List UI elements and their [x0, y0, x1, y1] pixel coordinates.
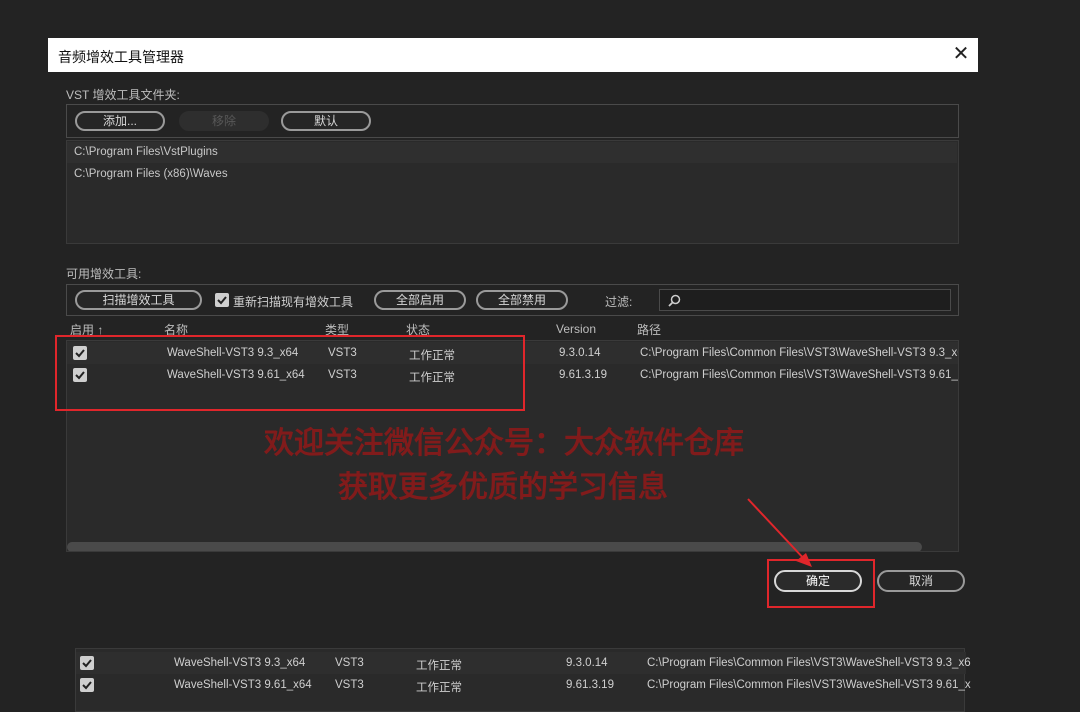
scan-plugins-button[interactable]: 扫描增效工具 — [75, 290, 202, 310]
annotation-box-rows — [55, 335, 525, 411]
close-icon[interactable]: ✕ — [948, 41, 974, 67]
plugin-type: VST3 — [335, 657, 364, 669]
plugin-status: 工作正常 — [416, 682, 462, 694]
plugin-name: WaveShell-VST3 9.3_x64 — [174, 657, 306, 669]
enable-all-button[interactable]: 全部启用 — [374, 290, 466, 310]
filter-input[interactable] — [659, 289, 951, 311]
filter-label: 过滤: — [605, 295, 633, 309]
vst-folders-label: VST 增效工具文件夹: — [66, 88, 180, 102]
plugin-name: WaveShell-VST3 9.61_x64 — [174, 679, 312, 691]
watermark-line-2: 获取更多优质的学习信息 — [338, 471, 668, 504]
checkmark-icon — [217, 296, 227, 305]
remove-folder-button[interactable]: 移除 — [179, 111, 269, 131]
watermark-line-1: 欢迎关注微信公众号：大众软件仓库 — [264, 427, 744, 460]
checkmark-icon — [82, 681, 92, 690]
cancel-button[interactable]: 取消 — [877, 570, 965, 592]
search-icon — [668, 294, 681, 307]
plugin-path: C:\Program Files\Common Files\VST3\WaveS… — [640, 369, 959, 381]
rescan-label[interactable]: 重新扫描现有增效工具 — [233, 293, 353, 310]
plugin-path: C:\Program Files\Common Files\VST3\WaveS… — [647, 657, 971, 669]
table-row: WaveShell-VST3 9.61_x64 VST3 工作正常 9.61.3… — [76, 674, 971, 696]
zoom-inset: WaveShell-VST3 9.3_x64 VST3 工作正常 9.3.0.1… — [75, 648, 971, 712]
folder-path-item[interactable]: C:\Program Files\VstPlugins — [67, 142, 957, 163]
column-header-version[interactable]: Version — [556, 322, 596, 336]
rescan-checkbox[interactable] — [215, 293, 229, 307]
plugin-type: VST3 — [335, 679, 364, 691]
vst-folder-list: C:\Program Files\VstPlugins C:\Program F… — [66, 140, 959, 244]
table-row: WaveShell-VST3 9.3_x64 VST3 工作正常 9.3.0.1… — [76, 652, 971, 674]
column-header-path[interactable]: 路径 — [637, 321, 661, 338]
disable-all-button[interactable]: 全部禁用 — [476, 290, 568, 310]
window-title: 音频增效工具管理器 — [58, 49, 184, 65]
add-folder-button[interactable]: 添加... — [75, 111, 165, 131]
enabled-checkbox — [80, 656, 94, 670]
plugin-status: 工作正常 — [416, 660, 462, 672]
ok-button[interactable]: 确定 — [774, 570, 862, 592]
available-plugins-label: 可用增效工具: — [66, 267, 142, 281]
plugin-path: C:\Program Files\Common Files\VST3\WaveS… — [647, 679, 971, 691]
vst-folders-toolbar: 添加... 移除 默认 — [66, 104, 959, 138]
plugin-version: 9.61.3.19 — [559, 369, 607, 381]
plugins-toolbar: 扫描增效工具 重新扫描现有增效工具 全部启用 全部禁用 过滤: — [66, 284, 959, 316]
plugin-version: 9.61.3.19 — [566, 679, 614, 691]
default-folders-button[interactable]: 默认 — [281, 111, 371, 131]
title-bar: 音频增效工具管理器 ✕ — [48, 38, 978, 72]
plugin-version: 9.3.0.14 — [559, 347, 601, 359]
plugin-version: 9.3.0.14 — [566, 657, 608, 669]
enabled-checkbox — [80, 678, 94, 692]
plugin-path: C:\Program Files\Common Files\VST3\WaveS… — [640, 347, 959, 359]
checkmark-icon — [82, 659, 92, 668]
folder-path-item[interactable]: C:\Program Files (x86)\Waves — [67, 164, 957, 185]
